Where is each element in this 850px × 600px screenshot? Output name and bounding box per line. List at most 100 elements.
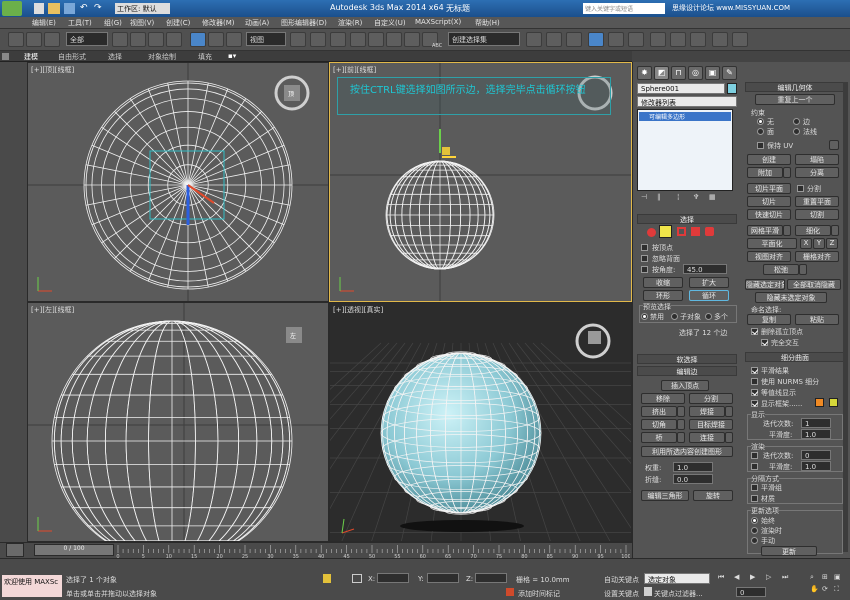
weld-settings-button[interactable] [725, 406, 733, 417]
app-logo-icon[interactable] [2, 1, 22, 16]
menu-rendering[interactable]: 渲染(R) [338, 18, 362, 28]
create-tab-icon[interactable]: ✸ [637, 66, 652, 80]
time-slider[interactable]: 0 / 100 [34, 544, 114, 556]
curve-editor-icon[interactable] [608, 32, 624, 47]
split-button[interactable]: 分割 [689, 393, 733, 404]
modify-tab-icon[interactable]: ◩ [654, 66, 669, 80]
grow-button[interactable]: 扩大 [689, 277, 729, 288]
y-coord-input[interactable] [427, 573, 459, 583]
viewport-front-label[interactable]: [+][前][线框] [333, 65, 376, 75]
full-interactivity-checkbox[interactable] [761, 339, 768, 346]
weight-input[interactable]: 1.0 [673, 462, 713, 472]
view-align-button[interactable]: 视图对齐 [747, 251, 791, 262]
schematic-view-icon[interactable] [628, 32, 644, 47]
insert-vertex-button[interactable]: 插入顶点 [661, 380, 709, 391]
element-subobject-icon[interactable] [705, 227, 714, 236]
go-to-start-icon[interactable]: ⏮ [718, 573, 724, 582]
select-rotate-icon[interactable] [208, 32, 224, 47]
select-object-icon[interactable] [112, 32, 128, 47]
menu-group[interactable]: 组(G) [104, 18, 122, 28]
x-coord-input[interactable] [377, 573, 409, 583]
edit-edges-rollout-header[interactable]: 编辑边 [637, 366, 737, 376]
menu-graph-editors[interactable]: 图形编辑器(D) [281, 18, 327, 28]
mirror-icon[interactable] [526, 32, 542, 47]
connect-settings-button[interactable] [725, 432, 733, 443]
meshsmooth-button[interactable]: 网格平滑 [747, 225, 783, 236]
viewport-perspective-label[interactable]: [+][透视][真实] [333, 305, 383, 315]
ribbon-tab-freeform[interactable]: 自由形式 [58, 52, 86, 62]
make-planar-button[interactable]: 平面化 [747, 238, 797, 249]
detach-button[interactable]: 分离 [795, 167, 839, 178]
menu-create[interactable]: 创建(C) [166, 18, 190, 28]
auto-key-label[interactable]: 自动关键点 [604, 575, 639, 585]
select-scale-icon[interactable] [226, 32, 242, 47]
meshsmooth-settings-button[interactable] [783, 225, 791, 236]
set-key-icon[interactable] [644, 587, 652, 596]
collapse-button[interactable]: 塌陷 [795, 154, 839, 165]
z-coord-input[interactable] [475, 573, 507, 583]
go-to-end-icon[interactable]: ⏭ [782, 573, 788, 582]
show-end-result-icon[interactable]: ∥ [657, 193, 661, 201]
rect-selection-icon[interactable] [148, 32, 164, 47]
selection-filter-select[interactable]: 全部 [66, 32, 108, 46]
pivot-center-icon[interactable] [290, 32, 306, 47]
ribbon-toggle-icon[interactable] [2, 53, 9, 60]
graphite-ribbon-icon[interactable] [588, 32, 604, 47]
materials-checkbox[interactable] [751, 495, 758, 502]
qa-open-icon[interactable] [48, 3, 60, 14]
viewport-top[interactable]: [+][顶][线框] 顶 [27, 62, 329, 302]
shrink-button[interactable]: 收缩 [643, 277, 683, 288]
relax-button[interactable]: 松弛 [763, 264, 799, 275]
planar-z-button[interactable]: Z [826, 238, 838, 249]
motion-tab-icon[interactable]: ◎ [688, 66, 703, 80]
edit-triangulation-button[interactable]: 编辑三角形 [641, 490, 689, 501]
by-angle-checkbox[interactable] [641, 266, 648, 273]
render-smoothness-input[interactable]: 1.0 [801, 461, 831, 471]
connect-button[interactable]: 连接 [689, 432, 725, 443]
weld-button[interactable]: 焊接 [689, 406, 725, 417]
planar-y-button[interactable]: Y [813, 238, 825, 249]
cut-button[interactable]: 切割 [795, 209, 839, 220]
current-frame-input[interactable]: 0 [736, 587, 766, 597]
pin-stack-icon[interactable]: ⊣ [641, 193, 647, 201]
smoothing-groups-checkbox[interactable] [751, 484, 758, 491]
configure-sets-icon[interactable]: ▦ [709, 193, 716, 201]
link-icon[interactable] [26, 32, 42, 47]
viewcube-left-label[interactable]: 左 [290, 331, 296, 340]
cage-color-swatch-1[interactable] [815, 398, 824, 407]
menu-edit[interactable]: 编辑(E) [32, 18, 56, 28]
panel-scrollbar[interactable] [843, 82, 848, 552]
vertex-subobject-icon[interactable] [647, 228, 656, 237]
bridge-button[interactable]: 桥 [641, 432, 677, 443]
menu-help[interactable]: 帮助(H) [475, 18, 500, 28]
key-filters-button[interactable]: 关键点过滤器... [654, 589, 703, 599]
set-key-label[interactable]: 设置关键点 [604, 589, 639, 599]
create-shape-button[interactable]: 利用所选内容创建图形 [641, 446, 733, 457]
update-manually-radio[interactable] [751, 537, 758, 544]
constraint-none-radio[interactable] [757, 118, 764, 125]
create-button[interactable]: 创建 [747, 154, 791, 165]
render-production-icon[interactable] [712, 32, 728, 47]
border-subobject-icon[interactable] [677, 227, 686, 236]
viewcube-top-label[interactable]: 顶 [288, 89, 294, 98]
menu-tools[interactable]: 工具(T) [68, 18, 92, 28]
stack-item-editable-poly[interactable]: 可编辑多边形 [639, 112, 731, 121]
undo-icon[interactable] [8, 32, 24, 47]
ribbon-tab-object-paint[interactable]: 对象绘制 [148, 52, 176, 62]
slice-plane-button[interactable]: 切片平面 [747, 183, 791, 194]
slice-button[interactable]: 切片 [747, 196, 791, 207]
smoothness-input[interactable]: 1.0 [801, 429, 831, 439]
hide-selected-button[interactable]: 隐藏选定对象 [745, 279, 785, 290]
menu-views[interactable]: 视图(V) [130, 18, 154, 28]
ignore-backfacing-checkbox[interactable] [641, 255, 648, 262]
timeline-ticks[interactable]: 0 5 10 15 20 25 30 35 40 45 50 55 60 65 70 75 80 85 90 95 10… [114, 543, 630, 559]
qa-new-icon[interactable] [34, 3, 44, 14]
material-editor-icon[interactable] [650, 32, 666, 47]
angle-input[interactable]: 45.0 [683, 264, 727, 274]
unlink-icon[interactable] [44, 32, 60, 47]
iterations-input[interactable]: 1 [801, 418, 831, 428]
angle-snap-icon[interactable] [368, 32, 384, 47]
chamfer-settings-button[interactable] [677, 419, 685, 430]
copy-button[interactable]: 复制 [747, 314, 791, 325]
edit-geometry-rollout-header[interactable]: 编辑几何体 [745, 82, 845, 92]
